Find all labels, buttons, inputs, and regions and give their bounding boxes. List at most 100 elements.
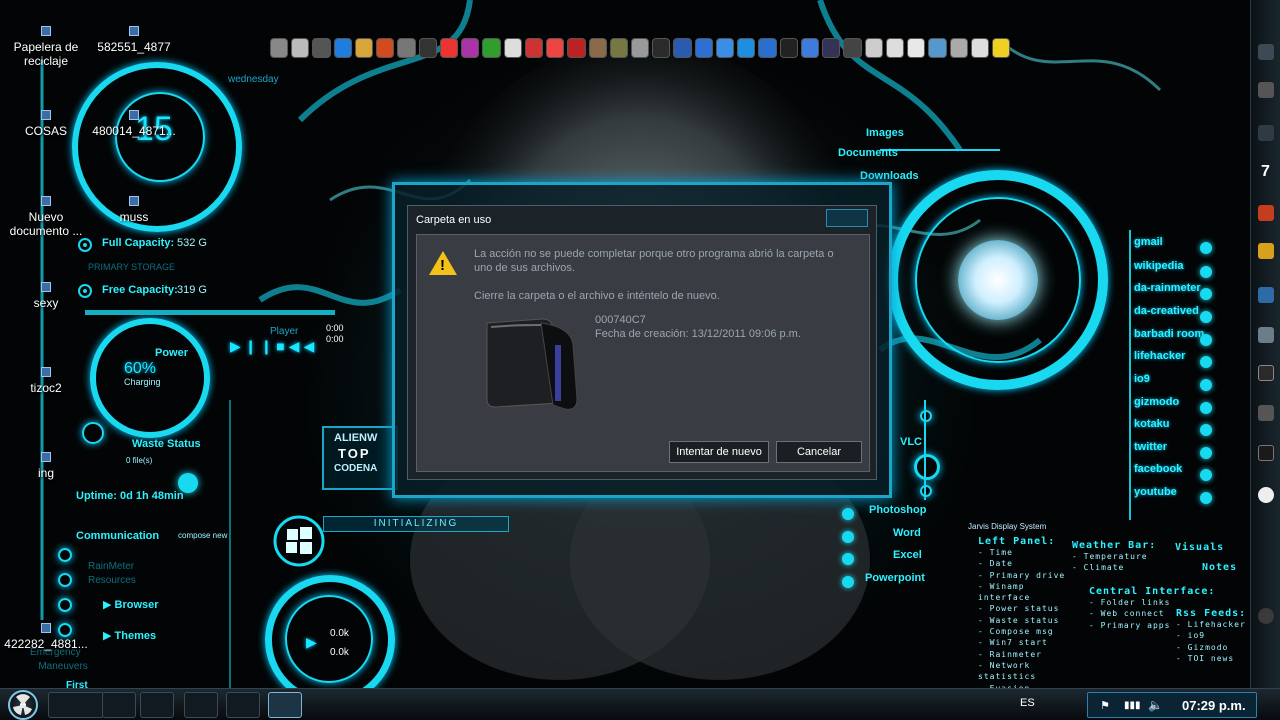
compose-link[interactable]: compose new: [178, 531, 227, 540]
player-controls[interactable]: ▶❙❙■◀◀: [230, 338, 318, 355]
web-link-youtube[interactable]: youtube: [1134, 486, 1177, 498]
dock-app-32-icon[interactable]: [928, 38, 947, 58]
volume-icon[interactable]: 🔈: [1148, 698, 1163, 712]
web-link-lifehacker[interactable]: lifehacker: [1134, 350, 1185, 362]
desktop-icon[interactable]: Nuevo documento ...: [0, 196, 92, 238]
web-link-da-rainmeter[interactable]: da-rainmeter: [1134, 282, 1201, 294]
dock-app-3-icon[interactable]: [312, 38, 331, 58]
desktop-icon[interactable]: ing: [0, 452, 92, 480]
images-link[interactable]: Images: [866, 127, 904, 139]
dock-app-10-icon[interactable]: [461, 38, 480, 58]
dock-app-16-icon[interactable]: [588, 38, 607, 58]
sidebar-item-9-icon[interactable]: [1258, 405, 1274, 421]
dock-app-6-icon[interactable]: [376, 38, 395, 58]
powerpoint-link[interactable]: Powerpoint: [865, 572, 925, 584]
tray-flag-icon[interactable]: ⚑: [1100, 699, 1110, 712]
browser-link[interactable]: ▶ Browser: [103, 598, 159, 611]
vlc-ring[interactable]: [914, 454, 940, 480]
web-link-io9[interactable]: io9: [1134, 373, 1150, 385]
dock-app-30-icon[interactable]: [885, 38, 905, 58]
dock-app-18-icon[interactable]: [630, 38, 650, 58]
vlc-link[interactable]: VLC: [900, 436, 922, 448]
dialog-window-controls[interactable]: [826, 209, 868, 227]
arc-reactor-icon[interactable]: [958, 240, 1038, 320]
sidebar-item-5-icon[interactable]: [1258, 243, 1274, 259]
dock-app-27-icon[interactable]: [822, 38, 841, 58]
dock-app-34-icon[interactable]: [970, 38, 989, 58]
start-button[interactable]: [8, 690, 38, 720]
web-link-kotaku[interactable]: kotaku: [1134, 418, 1169, 430]
desktop-icon[interactable]: 582551_4877: [88, 26, 180, 54]
taskbar-firefox-icon[interactable]: [102, 692, 136, 718]
sidebar-item-4-icon[interactable]: [1258, 205, 1274, 221]
taskbar-media-icon[interactable]: [268, 692, 302, 718]
desktop-icon[interactable]: muss: [88, 196, 180, 224]
desktop-icon[interactable]: tizoc2: [0, 367, 92, 395]
dock-app-20-icon[interactable]: [673, 38, 692, 58]
dock-app-9-icon[interactable]: [439, 38, 459, 58]
dock-app-8-icon[interactable]: [418, 38, 437, 58]
sidebar-item-6-icon[interactable]: [1258, 287, 1274, 303]
taskbar-explorer-icon[interactable]: [140, 692, 174, 718]
desktop-icon[interactable]: 480014_4871...: [88, 110, 180, 138]
dock-app-31-icon[interactable]: [907, 38, 926, 58]
network-icon[interactable]: ▮▮▮: [1124, 700, 1141, 711]
dock-app-26-icon[interactable]: [800, 38, 820, 58]
dock-app-23-icon[interactable]: [737, 38, 756, 58]
retry-button[interactable]: Intentar de nuevo: [669, 441, 769, 463]
photoshop-link[interactable]: Photoshop: [869, 504, 926, 516]
sidebar-item-8-icon[interactable]: [1258, 365, 1274, 381]
dock-app-13-icon[interactable]: [524, 38, 544, 58]
dock-app-5-icon[interactable]: [354, 38, 374, 58]
taskbar-search[interactable]: [48, 692, 104, 718]
web-link-facebook[interactable]: facebook: [1134, 463, 1182, 475]
web-link-wikipedia[interactable]: wikipedia: [1134, 260, 1184, 272]
sidebar-item-2-icon[interactable]: [1258, 82, 1274, 98]
dock-app-33-icon[interactable]: [949, 38, 968, 58]
web-link-gmail[interactable]: gmail: [1134, 236, 1163, 248]
desktop-icon[interactable]: 422282_4881...: [0, 623, 92, 651]
excel-link[interactable]: Excel: [893, 549, 922, 561]
dock-app-22-icon[interactable]: [715, 38, 735, 58]
dock-app-35-icon[interactable]: [991, 38, 1011, 58]
web-link-barbadi-room[interactable]: barbadi room: [1134, 328, 1204, 340]
dock-app-4-icon[interactable]: [333, 38, 352, 58]
dock-app-14-icon[interactable]: [546, 38, 565, 58]
folder-in-use-dialog[interactable]: Carpeta en uso ! La acción no se puede c…: [407, 205, 877, 480]
documents-link[interactable]: Documents: [838, 147, 898, 159]
web-link-da-creatived[interactable]: da-creatived: [1134, 305, 1199, 317]
dock-app-11-icon[interactable]: [482, 38, 501, 58]
taskbar-tools-icon[interactable]: [226, 692, 260, 718]
dock-app-24-icon[interactable]: [758, 38, 777, 58]
taskbar-chrome-icon[interactable]: [184, 692, 218, 718]
visuals-label[interactable]: Visuals: [1175, 542, 1224, 553]
cancel-button[interactable]: Cancelar: [776, 441, 862, 463]
rainmeter-label[interactable]: RainMeter Resources: [88, 560, 136, 588]
dock-app-12-icon[interactable]: [503, 38, 522, 58]
themes-link[interactable]: ▶ Themes: [103, 629, 156, 642]
dock-app-19-icon[interactable]: [652, 38, 671, 58]
desktop-icon[interactable]: Papelera de reciclaje: [0, 26, 92, 68]
dock-app-2-icon[interactable]: [291, 38, 310, 58]
web-link-twitter[interactable]: twitter: [1134, 441, 1167, 453]
sidebar-item-3-icon[interactable]: [1258, 125, 1274, 141]
sidebar-item-1-icon[interactable]: [1258, 44, 1274, 60]
dock-app-1-icon[interactable]: [270, 38, 289, 58]
word-link[interactable]: Word: [893, 527, 921, 539]
desktop-icon[interactable]: COSAS: [0, 110, 92, 138]
language-indicator[interactable]: ES: [1020, 697, 1035, 709]
dock-app-15-icon[interactable]: [567, 38, 586, 58]
dock-app-21-icon[interactable]: [694, 38, 713, 58]
sidebar-item-7-icon[interactable]: [1258, 327, 1274, 343]
ghost-icon[interactable]: [1258, 487, 1274, 503]
dock-app-28-icon[interactable]: [843, 38, 862, 58]
sidebar-item-11-icon[interactable]: [1258, 608, 1274, 624]
sidebar-item-10-icon[interactable]: [1258, 445, 1274, 461]
clock[interactable]: 07:29 p.m.: [1182, 698, 1246, 713]
dock-app-25-icon[interactable]: [779, 38, 798, 58]
notes-label[interactable]: Notes: [1202, 562, 1237, 573]
downloads-link[interactable]: Downloads: [860, 170, 919, 182]
dock-app-29-icon[interactable]: [864, 38, 883, 58]
desktop-icon[interactable]: sexy: [0, 282, 92, 310]
dock-app-17-icon[interactable]: [609, 38, 628, 58]
